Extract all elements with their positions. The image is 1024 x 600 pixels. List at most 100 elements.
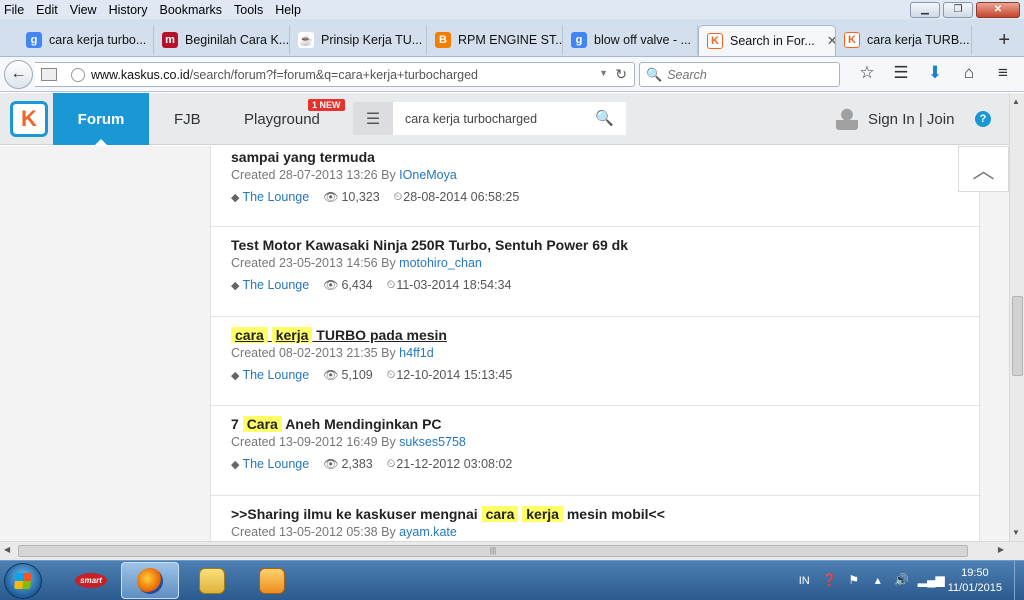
menu-bookmarks[interactable]: Bookmarks — [153, 3, 228, 17]
library-icon[interactable] — [41, 68, 57, 81]
menu-history[interactable]: History — [103, 3, 154, 17]
menu-icon[interactable]: ≡ — [986, 63, 1020, 83]
browser-search-bar[interactable]: 🔍 — [639, 62, 840, 87]
tab-6-active[interactable]: K Search in For... ✕ — [698, 25, 836, 56]
download-icon[interactable]: ⬇ — [918, 63, 952, 83]
list-icon[interactable]: ☰ — [353, 102, 393, 135]
tab-1[interactable]: g cara kerja turbo... — [18, 25, 154, 55]
tab-4[interactable]: B RPM ENGINE ST... — [427, 25, 563, 55]
url-path: /search/forum?f=forum&q=cara+kerja+turbo… — [189, 67, 479, 82]
network-tray-icon[interactable]: ▴ — [870, 573, 886, 589]
result-title[interactable]: >>Sharing ilmu ke kaskuser mengnai cara … — [231, 504, 971, 524]
close-tab-icon[interactable]: ✕ — [827, 33, 835, 49]
taskbar-firefox-app[interactable] — [121, 562, 179, 599]
show-desktop-button[interactable] — [1014, 561, 1024, 600]
browser-search-input[interactable] — [667, 67, 828, 82]
site-search-text[interactable]: cara kerja turbocharged — [405, 112, 537, 126]
scroll-to-top-button[interactable]: ︿ — [958, 146, 1009, 192]
result-title[interactable]: sampai yang termuda — [231, 147, 971, 167]
url-bar[interactable]: www.kaskus.co.id/search/forum?f=forum&q=… — [35, 62, 635, 87]
divider — [211, 316, 981, 317]
eye-icon: 👁 — [323, 278, 339, 292]
result-title[interactable]: 7 Cara Aneh Mendinginkan PC — [231, 414, 971, 434]
taskbar-explorer-app[interactable] — [183, 562, 241, 599]
bookmarks-list-icon[interactable]: ☰ — [884, 63, 918, 83]
firefox-icon — [137, 567, 163, 594]
clock-icon: ⏲ — [393, 190, 403, 203]
result-item: >>Sharing ilmu ke kaskuser mengnai cara … — [231, 504, 971, 539]
tab-5[interactable]: g blow off valve - ... — [563, 25, 698, 55]
start-button[interactable] — [4, 563, 42, 599]
nav-forum[interactable]: Forum — [53, 93, 149, 145]
clock-icon: ⏲ — [386, 368, 396, 381]
taskbar-smart-app[interactable]: smart — [62, 562, 120, 599]
site-search-box[interactable]: cara kerja turbocharged 🔍 — [393, 102, 626, 135]
bookmark-star-icon[interactable]: ☆ — [850, 63, 884, 83]
kaskus-icon: K — [844, 32, 860, 48]
category-link[interactable]: The Lounge — [242, 278, 309, 292]
sign-in-join[interactable]: Sign In | Join — [836, 93, 954, 145]
tab-2[interactable]: m Beginilah Cara K... — [154, 25, 290, 55]
taskbar-media-app[interactable] — [243, 562, 301, 599]
category-link[interactable]: The Lounge — [242, 368, 309, 382]
restore-button[interactable]: ❐ — [943, 2, 973, 18]
scroll-up-arrow-icon[interactable]: ▲ — [1012, 97, 1020, 106]
author-link[interactable]: h4ff1d — [399, 346, 434, 360]
title-text: TURBO pada mesin — [312, 327, 447, 343]
created-text: Created 28-07-2013 13:26 By — [231, 168, 400, 182]
author-link[interactable]: ayam.kate — [399, 525, 457, 539]
author-link[interactable]: motohiro_chan — [399, 256, 482, 270]
url-text[interactable]: www.kaskus.co.id/search/forum?f=forum&q=… — [91, 68, 478, 82]
kaskus-logo[interactable]: K — [10, 101, 48, 137]
signal-icon[interactable]: ▂▄▆ — [918, 573, 945, 589]
category-link[interactable]: The Lounge — [242, 457, 309, 471]
url-dropdown-icon[interactable]: ▼ — [599, 68, 608, 78]
scroll-right-arrow-icon[interactable]: ▶ — [998, 545, 1004, 554]
tab-label: cara kerja turbo... — [49, 33, 147, 47]
result-item: cara kerja TURBO pada mesin Created 08-0… — [231, 325, 971, 382]
result-title[interactable]: Test Motor Kawasaki Ninja 250R Turbo, Se… — [231, 235, 971, 255]
system-clock[interactable]: 19:50 11/01/2015 — [948, 566, 1002, 596]
result-meta: Created 13-09-2012 16:49 By sukses5758 — [231, 435, 971, 449]
notification-icon[interactable]: ⚑ — [846, 573, 862, 589]
category-link[interactable]: The Lounge — [242, 190, 309, 204]
views-count: 10,323 — [341, 190, 380, 204]
help-icon[interactable]: ? — [975, 111, 991, 127]
horizontal-scrollbar[interactable]: ◀ ||| ▶ — [0, 541, 1024, 560]
scroll-down-arrow-icon[interactable]: ▼ — [1012, 528, 1020, 537]
help-tray-icon[interactable]: ❓ — [822, 573, 838, 589]
new-tab-icon[interactable]: + — [998, 29, 1010, 52]
eye-icon: 👁 — [323, 457, 339, 471]
scroll-left-arrow-icon[interactable]: ◀ — [4, 545, 10, 554]
views-count: 2,383 — [341, 457, 373, 471]
author-link[interactable]: sukses5758 — [399, 435, 466, 449]
url-host: www.kaskus.co.id — [91, 67, 190, 82]
volume-icon[interactable]: 🔊 — [894, 573, 910, 589]
close-window-button[interactable]: ✕ — [976, 2, 1020, 18]
menu-file[interactable]: File — [0, 3, 30, 17]
horizontal-scroll-thumb[interactable]: ||| — [18, 545, 968, 557]
reload-icon[interactable]: ↻ — [615, 66, 627, 83]
back-button[interactable]: ← — [4, 60, 33, 89]
last-post-time: 12-10-2014 15:13:45 — [396, 368, 513, 382]
vertical-scrollbar[interactable]: ▲ ▼ — [1009, 93, 1024, 541]
result-title[interactable]: cara kerja TURBO pada mesin — [231, 325, 971, 345]
search-results: sampai yang termuda Created 28-07-2013 1… — [210, 146, 981, 541]
author-link[interactable]: IOneMoya — [399, 168, 457, 182]
menu-tools[interactable]: Tools — [228, 3, 269, 17]
menu-view[interactable]: View — [64, 3, 103, 17]
home-icon[interactable]: ⌂ — [952, 63, 986, 83]
tab-3[interactable]: ☕ Prinsip Kerja TU... — [290, 25, 427, 55]
google-icon: g — [26, 32, 42, 48]
menu-help[interactable]: Help — [269, 3, 307, 17]
minimize-button[interactable]: ▁ — [910, 2, 940, 18]
result-item: Test Motor Kawasaki Ninja 250R Turbo, Se… — [231, 235, 971, 292]
vertical-scroll-thumb[interactable] — [1012, 296, 1023, 376]
nav-fjb[interactable]: FJB — [174, 93, 201, 145]
language-indicator[interactable]: IN — [799, 575, 810, 587]
tab-7[interactable]: K cara kerja TURB... — [836, 25, 972, 55]
result-meta: Created 08-02-2013 21:35 By h4ff1d — [231, 346, 971, 360]
menu-edit[interactable]: Edit — [30, 3, 64, 17]
search-icon[interactable]: 🔍 — [595, 109, 614, 127]
tab-label: Prinsip Kerja TU... — [321, 33, 423, 47]
